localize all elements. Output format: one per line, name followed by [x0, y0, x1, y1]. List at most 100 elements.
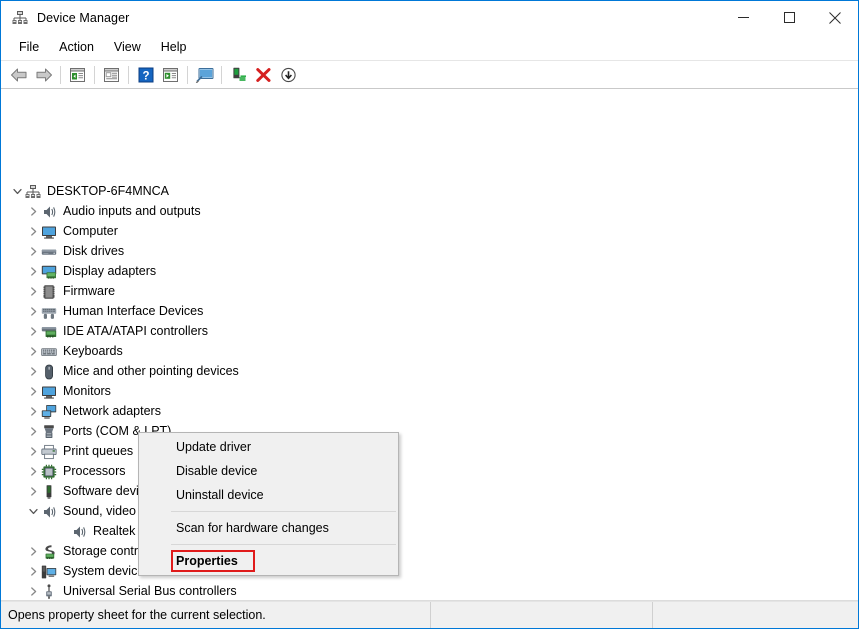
context-menu-item-scan-for-hardware-changes[interactable]: Scan for hardware changes: [139, 516, 398, 540]
context-menu-item-label: Scan for hardware changes: [176, 521, 329, 535]
svg-text:?: ?: [142, 70, 149, 82]
tree-node-label: Keyboards: [63, 344, 123, 358]
tree-node-label: Computer: [63, 224, 118, 238]
tree-node-system-devices[interactable]: System devices: [25, 562, 151, 581]
context-menu-item-properties[interactable]: Properties: [139, 549, 398, 573]
chevron-right-icon[interactable]: [25, 462, 41, 481]
menu-file[interactable]: File: [9, 37, 49, 58]
context-menu-separator: [171, 544, 396, 545]
chevron-right-icon[interactable]: [25, 422, 41, 441]
tree-node-label: Human Interface Devices: [63, 304, 204, 318]
update-driver-icon[interactable]: [158, 63, 183, 87]
tree-node-label: Processors: [63, 464, 126, 478]
mouse-icon: [41, 364, 57, 380]
toolbar-separator: [187, 65, 188, 84]
tree-node-label: Mice and other pointing devices: [63, 364, 239, 378]
firmware-icon: [41, 284, 57, 300]
chevron-right-icon[interactable]: [25, 282, 41, 301]
toolbar-separator: [60, 65, 61, 84]
close-button[interactable]: [812, 1, 858, 34]
monitor-icon: [41, 224, 57, 240]
tree-node-label: Network adapters: [63, 404, 161, 418]
enable-device-icon[interactable]: [226, 63, 251, 87]
chevron-right-icon[interactable]: [25, 582, 41, 600]
menu-help[interactable]: Help: [151, 37, 197, 58]
tree-node-network-adapters[interactable]: Network adapters: [25, 402, 161, 421]
usb-icon: [41, 583, 57, 600]
maximize-button[interactable]: [766, 1, 812, 34]
chevron-down-icon[interactable]: [25, 502, 41, 521]
chevron-right-icon[interactable]: [25, 322, 41, 341]
context-menu-item-update-driver[interactable]: Update driver: [139, 435, 398, 459]
tree-node-label: Print queues: [63, 444, 134, 458]
uninstall-device-icon[interactable]: [251, 63, 276, 87]
status-panel-3: [653, 602, 858, 628]
tree-node-label: Universal Serial Bus controllers: [63, 584, 237, 598]
context-menu-item-disable-device[interactable]: Disable device: [139, 459, 398, 483]
ide-controller-icon: [41, 324, 57, 340]
chevron-right-icon[interactable]: [25, 342, 41, 361]
forward-icon[interactable]: [31, 63, 56, 87]
tree-node-label: IDE ATA/ATAPI controllers: [63, 324, 208, 338]
tree-node-print-queues[interactable]: Print queues: [25, 442, 133, 461]
context-menu-item-label: Disable device: [176, 464, 258, 478]
toolbar: ?: [1, 60, 858, 89]
tree-node-computer[interactable]: Computer: [25, 222, 118, 241]
network-adapter-icon: [41, 404, 57, 420]
tree-node-display-adapters[interactable]: Display adapters: [25, 262, 156, 281]
tree-node-monitors[interactable]: Monitors: [25, 382, 111, 401]
show-hide-console-tree-icon[interactable]: [65, 63, 90, 87]
caption-button-group: [720, 1, 858, 34]
back-icon[interactable]: [6, 63, 31, 87]
context-menu[interactable]: Update driver Disable device Uninstall d…: [138, 432, 399, 576]
chevron-right-icon[interactable]: [25, 222, 41, 241]
disk-drive-icon: [41, 244, 57, 260]
chevron-right-icon[interactable]: [25, 402, 41, 421]
chevron-down-icon[interactable]: [9, 182, 25, 201]
disable-device-icon[interactable]: [276, 63, 301, 87]
chevron-right-icon[interactable]: [25, 442, 41, 461]
chevron-right-icon[interactable]: [25, 482, 41, 501]
tree-node-root[interactable]: DESKTOP-6F4MNCA: [9, 182, 169, 201]
device-tree[interactable]: DESKTOP-6F4MNCA Audio inputs and outputs…: [1, 89, 858, 601]
speaker-icon: [71, 524, 87, 540]
tree-node-label: DESKTOP-6F4MNCA: [47, 184, 170, 198]
chevron-right-icon[interactable]: [25, 262, 41, 281]
chevron-right-icon[interactable]: [25, 382, 41, 401]
help-icon[interactable]: ?: [133, 63, 158, 87]
tree-node-label: Realtek: [93, 524, 136, 538]
toolbar-separator: [94, 65, 95, 84]
menu-bar: File Action View Help: [1, 35, 858, 60]
tree-node-label: Monitors: [63, 384, 111, 398]
window-title: Device Manager: [37, 11, 130, 25]
chevron-right-icon[interactable]: [25, 362, 41, 381]
speaker-icon: [41, 504, 57, 520]
chevron-right-icon[interactable]: [25, 542, 41, 561]
computer-node-icon: [25, 184, 41, 200]
tree-node-disk-drives[interactable]: Disk drives: [25, 242, 124, 261]
tree-node-keyboards[interactable]: Keyboards: [25, 342, 123, 361]
menu-view[interactable]: View: [104, 37, 151, 58]
tree-node-firmware[interactable]: Firmware: [25, 282, 115, 301]
properties-icon[interactable]: [99, 63, 124, 87]
chevron-right-icon[interactable]: [25, 242, 41, 261]
tree-node-audio-inputs-and-outputs[interactable]: Audio inputs and outputs: [25, 202, 201, 221]
tree-node-human-interface-devices[interactable]: Human Interface Devices: [25, 302, 203, 321]
tree-node-label: Firmware: [63, 284, 116, 298]
minimize-button[interactable]: [720, 1, 766, 34]
menu-action[interactable]: Action: [49, 37, 104, 58]
context-menu-item-uninstall-device[interactable]: Uninstall device: [139, 483, 398, 507]
title-bar: Device Manager: [1, 1, 858, 35]
chevron-right-icon[interactable]: [25, 202, 41, 221]
tree-node-universal-serial-bus-controllers[interactable]: Universal Serial Bus controllers: [25, 582, 237, 600]
properties-highlight-annotation: [171, 550, 255, 572]
chevron-right-icon[interactable]: [25, 302, 41, 321]
toolbar-separator: [128, 65, 129, 84]
tree-node-processors[interactable]: Processors: [25, 462, 126, 481]
tree-node-mice-and-other-pointing-devices[interactable]: Mice and other pointing devices: [25, 362, 239, 381]
scan-for-hardware-changes-icon[interactable]: [192, 63, 217, 87]
device-manager-icon: [12, 10, 28, 26]
display-adapter-icon: [41, 264, 57, 280]
tree-node-ide-ata-atapi-controllers[interactable]: IDE ATA/ATAPI controllers: [25, 322, 208, 341]
chevron-right-icon[interactable]: [25, 562, 41, 581]
